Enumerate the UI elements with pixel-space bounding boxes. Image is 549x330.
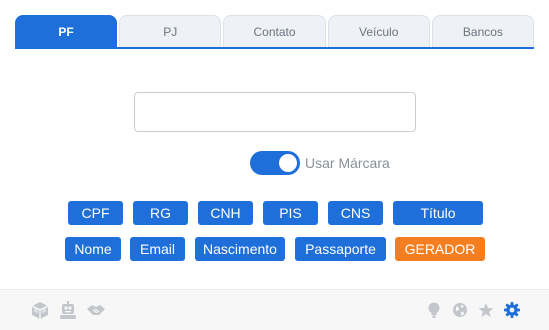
package-icon[interactable] [30, 300, 50, 320]
gerador-button[interactable]: GERADOR [395, 237, 485, 261]
cpf-button[interactable]: CPF [68, 201, 123, 225]
cns-button[interactable]: CNS [328, 201, 383, 225]
mask-toggle-label: Usar Márcara [305, 155, 390, 171]
tab-contato[interactable]: Contato [223, 15, 326, 47]
titulo-button[interactable]: Título [393, 201, 483, 225]
mask-toggle[interactable] [250, 151, 300, 175]
mask-toggle-row: Usar Márcara [250, 151, 390, 175]
nascimento-button[interactable]: Nascimento [195, 237, 285, 261]
gear-icon[interactable] [502, 300, 522, 320]
passaporte-button[interactable]: Passaporte [295, 237, 386, 261]
tab-pf[interactable]: PF [15, 15, 118, 47]
tab-veiculo[interactable]: Veículo [327, 15, 430, 47]
tab-bar: PF PJ Contato Veículo Bancos [15, 15, 535, 49]
lightbulb-icon[interactable] [424, 300, 444, 320]
rg-button[interactable]: RG [133, 201, 188, 225]
nome-button[interactable]: Nome [65, 237, 121, 261]
email-button[interactable]: Email [130, 237, 185, 261]
tab-pj[interactable]: PJ [119, 15, 222, 47]
star-icon[interactable] [476, 300, 496, 320]
cnh-button[interactable]: CNH [198, 201, 253, 225]
globe-icon[interactable] [450, 300, 470, 320]
robot-icon[interactable] [58, 300, 78, 320]
handshake-icon[interactable] [86, 300, 106, 320]
tab-bancos[interactable]: Bancos [431, 15, 535, 47]
generated-output-field[interactable] [134, 92, 416, 132]
toggle-knob [279, 154, 297, 172]
pis-button[interactable]: PIS [263, 201, 318, 225]
